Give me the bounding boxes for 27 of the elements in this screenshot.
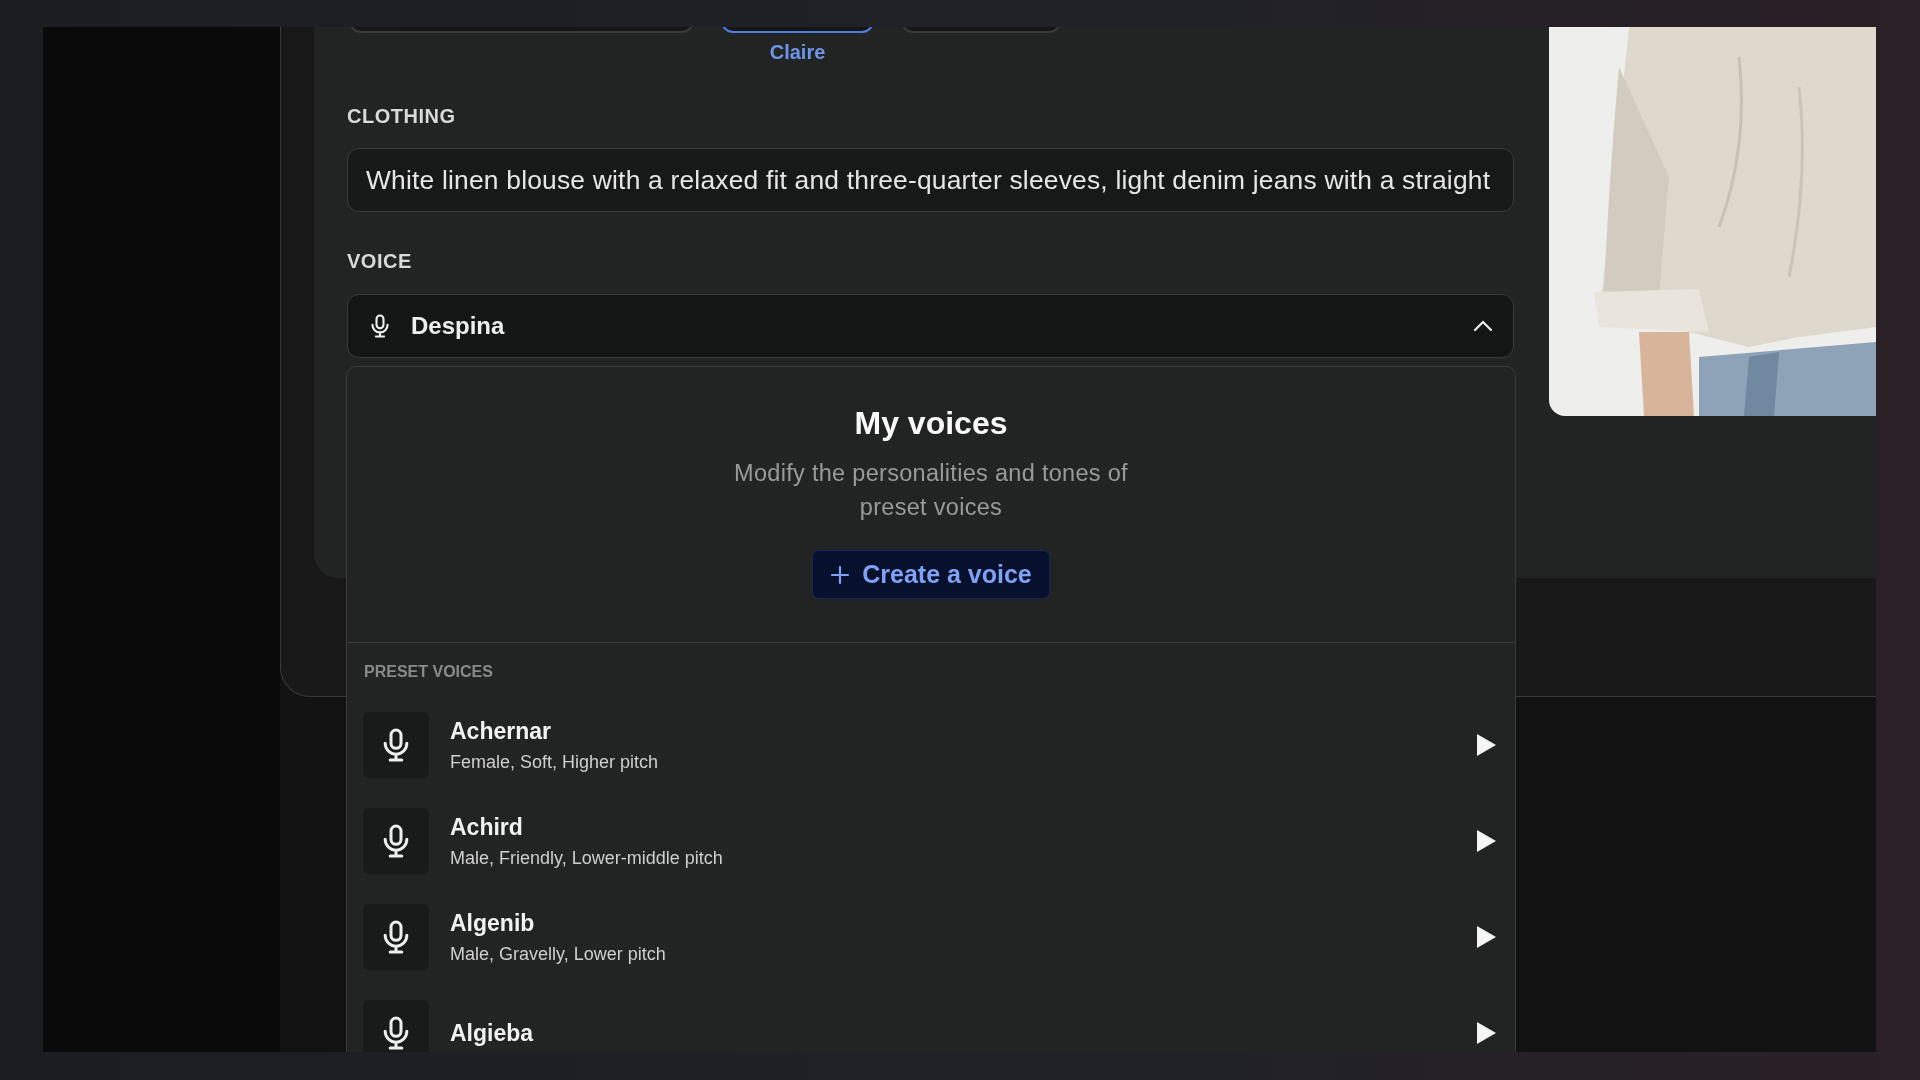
voice-description: Male, Friendly, Lower-middle pitch [450,847,724,869]
microphone-icon [363,712,429,778]
voice-item[interactable]: Algenib Male, Gravelly, Lower pitch [347,889,1515,985]
voice-item[interactable]: Achernar Female, Soft, Higher pitch [347,697,1515,793]
microphone-icon [363,904,429,970]
voice-name: Algieba [450,1019,535,1047]
voice-description: Male, Gravelly, Lower pitch [450,943,667,965]
section-heading: PRESET VOICES [364,663,494,681]
plus-icon [830,564,851,585]
voice-name: Algenib [450,909,536,937]
clothing-field[interactable]: White linen blouse with a relaxed fit and three-quarter sleeves, light denim jeans with a straight [347,148,1514,212]
voice-item[interactable]: Achird Male, Friendly, Lower-middle pitch [347,793,1515,889]
dropdown-subtitle: Modify the personalities and tones of preset voices [733,459,1129,522]
play-icon[interactable] [1475,733,1497,757]
dropdown-title: My voices [854,405,1008,442]
field-label: CLOTHING [347,105,457,128]
play-icon[interactable] [1475,1021,1497,1045]
field-label: VOICE [347,250,413,273]
play-icon[interactable] [1475,925,1497,949]
voice-name: Achernar [450,717,552,745]
microphone-icon [363,808,429,874]
voice-item[interactable]: Algieba [347,985,1515,1052]
voice-select[interactable]: Despina [347,294,1514,358]
voice-description: Female, Soft, Higher pitch [450,751,660,773]
play-icon[interactable] [1475,829,1497,853]
create-voice-button[interactable]: Create a voice [812,550,1050,599]
voice-name: Achird [450,813,524,841]
